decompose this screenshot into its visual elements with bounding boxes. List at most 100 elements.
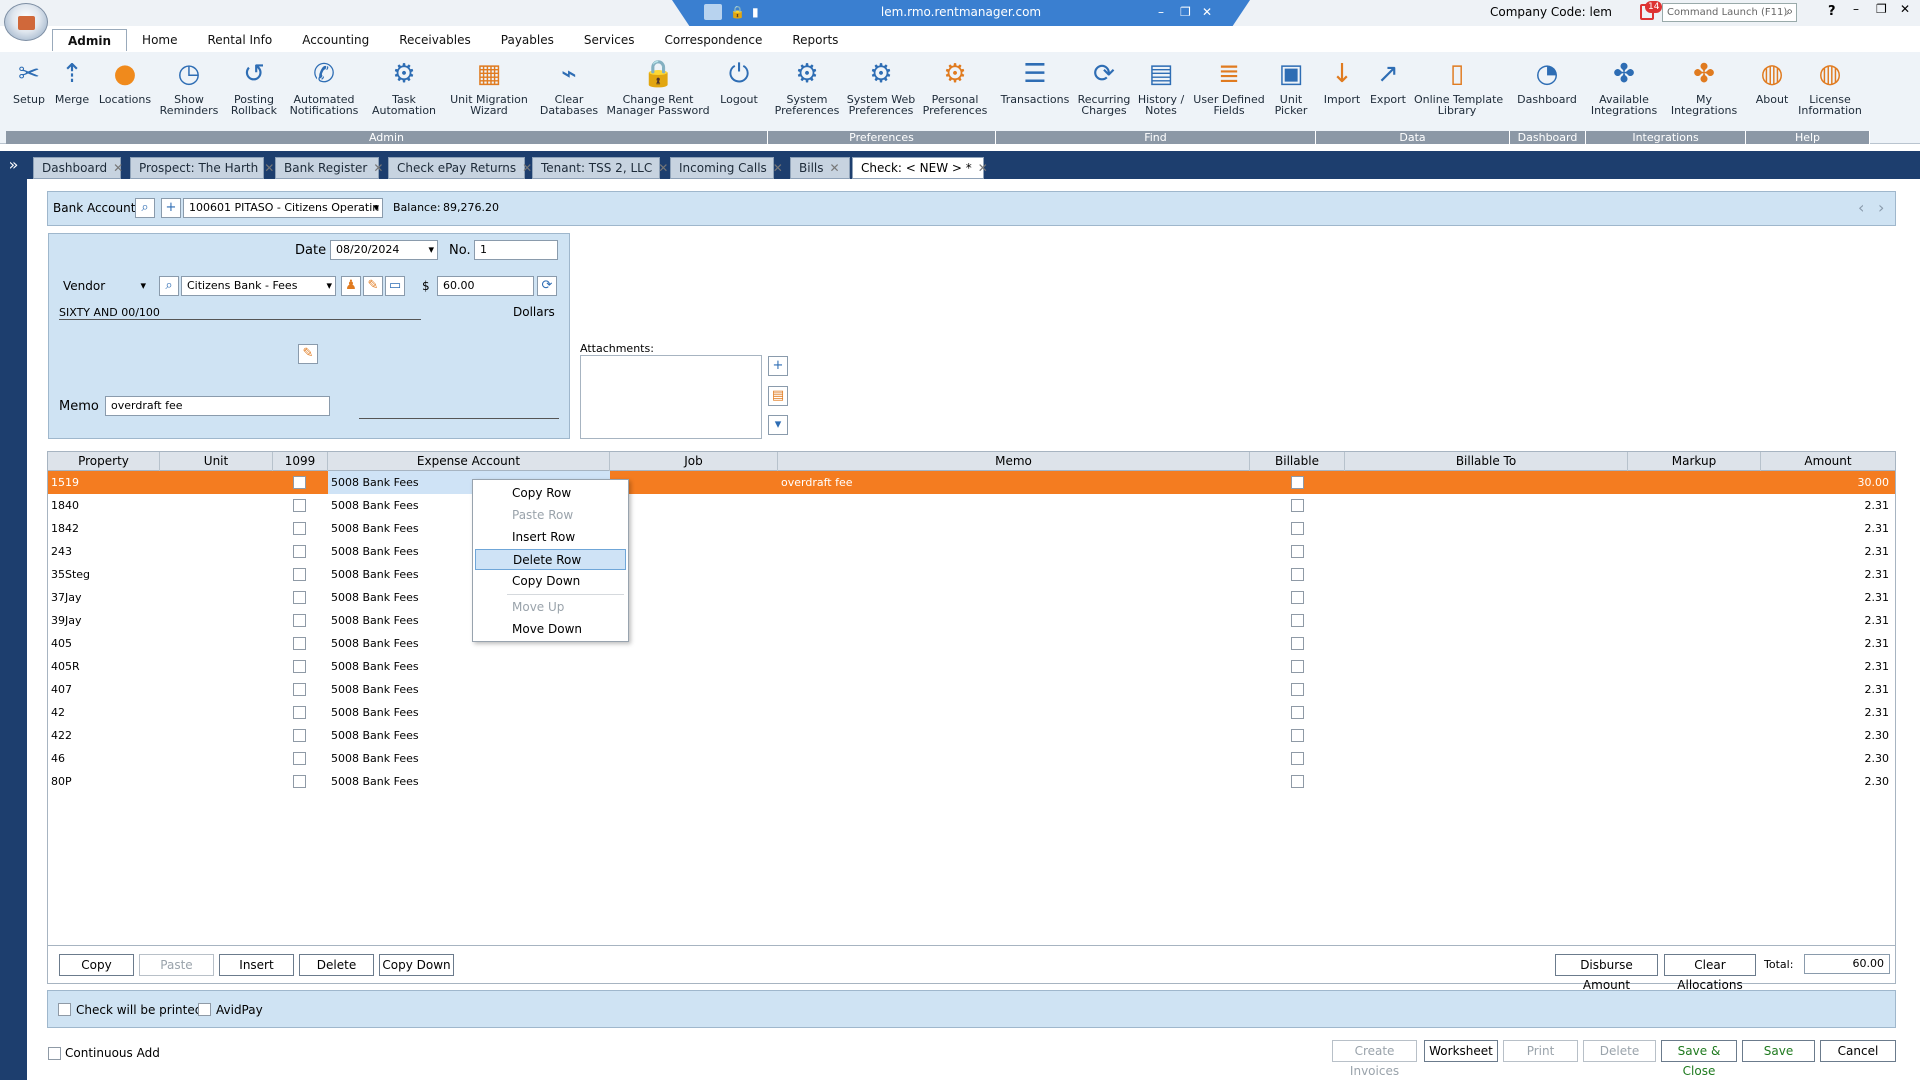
help-icon[interactable]: ? xyxy=(1828,4,1836,19)
checkbox-billable[interactable] xyxy=(1291,545,1304,558)
copy-button[interactable]: Copy xyxy=(59,954,134,976)
search-icon[interactable]: ⌕ xyxy=(135,198,155,218)
checkbox-1099[interactable] xyxy=(293,499,306,512)
dashboard-button[interactable]: ◔ Dashboard xyxy=(1516,58,1578,105)
checkbox-1099[interactable] xyxy=(293,614,306,627)
checkbox-1099[interactable] xyxy=(293,775,306,788)
col-memo[interactable]: Memo xyxy=(778,452,1250,471)
checkbox-1099[interactable] xyxy=(293,637,306,650)
disburse-amount-button[interactable]: Disburse Amount xyxy=(1555,954,1658,992)
cell-expense-account[interactable]: 5008 Bank Fees xyxy=(328,770,610,793)
tenant-icon[interactable]: ♟ xyxy=(341,276,361,296)
available-integrations-button[interactable]: ✤ Available Integrations xyxy=(1588,58,1660,116)
change-password-button[interactable]: 🔒 Change Rent Manager Password xyxy=(606,58,710,116)
merge-button[interactable]: ⇡ Merge xyxy=(50,58,94,105)
checkbox-billable[interactable] xyxy=(1291,568,1304,581)
cell-amount[interactable]: 2.31 xyxy=(1761,701,1892,724)
cell-amount[interactable]: 2.31 xyxy=(1761,655,1892,678)
print-button[interactable]: Print xyxy=(1503,1040,1578,1062)
date-field[interactable]: 08/20/2024 xyxy=(330,240,438,260)
cell-amount[interactable]: 2.31 xyxy=(1761,540,1892,563)
table-row[interactable]: 35Steg 5008 Bank Fees 2.31 xyxy=(48,563,1895,586)
cell-property[interactable]: 407 xyxy=(48,678,160,701)
col-property[interactable]: Property xyxy=(48,452,160,471)
table-row[interactable]: 405R 5008 Bank Fees 2.31 xyxy=(48,655,1895,678)
cell-expense-account[interactable]: 5008 Bank Fees xyxy=(328,747,610,770)
doc-tab-bills[interactable]: Bills ✕ xyxy=(790,157,850,179)
system-preferences-button[interactable]: ⚙ System Preferences xyxy=(770,58,844,116)
menu-item-move-down[interactable]: Move Down xyxy=(475,619,626,640)
continuous-add-checkbox[interactable] xyxy=(48,1047,61,1060)
clear-allocations-button[interactable]: Clear Allocations xyxy=(1664,954,1756,992)
checkbox-1099[interactable] xyxy=(293,591,306,604)
save-button[interactable]: Save xyxy=(1742,1040,1815,1062)
search-icon[interactable]: ⌕ xyxy=(1786,4,1793,19)
col-1099[interactable]: 1099 xyxy=(273,452,328,471)
doc-tab-bank-register[interactable]: Bank Register ✕ xyxy=(275,157,383,179)
checkbox-billable[interactable] xyxy=(1291,729,1304,742)
table-row[interactable]: 39Jay 5008 Bank Fees 2.31 xyxy=(48,609,1895,632)
amount-field[interactable]: 60.00 xyxy=(437,276,534,296)
doc-tab-prospect[interactable]: Prospect: The Harth ✕ xyxy=(130,157,274,179)
checkbox-billable[interactable] xyxy=(1291,775,1304,788)
table-row[interactable]: 422 5008 Bank Fees 2.30 xyxy=(48,724,1895,747)
add-icon[interactable]: + xyxy=(161,198,181,218)
cell-amount[interactable]: 2.31 xyxy=(1761,494,1892,517)
checkbox-billable[interactable] xyxy=(1291,752,1304,765)
automated-notifications-button[interactable]: ✆ Automated Notifications xyxy=(288,58,360,116)
cell-amount[interactable]: 2.31 xyxy=(1761,632,1892,655)
save-close-button[interactable]: Save & Close xyxy=(1661,1040,1737,1078)
delete-check-button[interactable]: Delete xyxy=(1583,1040,1656,1062)
unit-migration-wizard-button[interactable]: ▦ Unit Migration Wizard xyxy=(446,58,532,116)
cell-amount[interactable]: 2.30 xyxy=(1761,724,1892,747)
edit-icon[interactable]: ✎ xyxy=(363,276,383,296)
rent-manager-logo[interactable] xyxy=(4,3,48,41)
show-reminders-button[interactable]: ◷ Show Reminders xyxy=(158,58,220,116)
personal-preferences-button[interactable]: ⚙ Personal Preferences xyxy=(918,58,992,116)
bank-account-dropdown[interactable]: 100601 PITASO - Citizens Operatin xyxy=(183,198,383,218)
unit-picker-button[interactable]: ▣ Unit Picker xyxy=(1272,58,1310,116)
table-row[interactable]: 1842 5008 Bank Fees 2.31 xyxy=(48,517,1895,540)
cell-property[interactable]: 1840 xyxy=(48,494,160,517)
close-tab-icon[interactable]: ✕ xyxy=(113,161,123,175)
table-row[interactable]: 42 5008 Bank Fees 2.31 xyxy=(48,701,1895,724)
checkbox-1099[interactable] xyxy=(293,660,306,673)
cell-amount[interactable]: 30.00 xyxy=(1761,471,1892,494)
attachments-list[interactable] xyxy=(580,355,762,439)
cell-expense-account[interactable]: 5008 Bank Fees xyxy=(328,701,610,724)
edit-icon[interactable]: ✎ xyxy=(298,344,318,364)
checkbox-billable[interactable] xyxy=(1291,499,1304,512)
cell-property[interactable]: 39Jay xyxy=(48,609,160,632)
check-number-field[interactable]: 1 xyxy=(474,240,558,260)
import-button[interactable]: ↓ Import xyxy=(1322,58,1362,105)
transactions-button[interactable]: ☰ Transactions xyxy=(1000,58,1070,105)
add-attachment-icon[interactable]: + xyxy=(768,356,788,376)
table-row[interactable]: 407 5008 Bank Fees 2.31 xyxy=(48,678,1895,701)
menu-tab-reports[interactable]: Reports xyxy=(777,29,853,51)
checkbox-1099[interactable] xyxy=(293,545,306,558)
table-row[interactable]: 1519 5008 Bank Fees overdraft fee 30.00 xyxy=(48,471,1895,494)
copy-down-button[interactable]: Copy Down xyxy=(379,954,454,976)
checkbox-1099[interactable] xyxy=(293,706,306,719)
cell-amount[interactable]: 2.30 xyxy=(1761,747,1892,770)
check-printed-checkbox[interactable] xyxy=(58,1003,71,1016)
worksheet-button[interactable]: Worksheet xyxy=(1424,1040,1498,1062)
menu-tab-services[interactable]: Services xyxy=(569,29,650,51)
checkbox-billable[interactable] xyxy=(1291,683,1304,696)
license-information-button[interactable]: ◍ License Information xyxy=(1794,58,1866,116)
setup-button[interactable]: ✂ Setup xyxy=(8,58,50,105)
col-expense-account[interactable]: Expense Account xyxy=(328,452,610,471)
cell-expense-account[interactable]: 5008 Bank Fees xyxy=(328,655,610,678)
user-defined-fields-button[interactable]: ≣ User Defined Fields xyxy=(1190,58,1268,116)
doc-tab-dashboard[interactable]: Dashboard ✕ xyxy=(33,157,123,179)
col-amount[interactable]: Amount xyxy=(1761,452,1895,471)
previous-icon[interactable]: ‹ xyxy=(1858,198,1864,217)
cell-property[interactable]: 1842 xyxy=(48,517,160,540)
close-tab-icon[interactable]: ✕ xyxy=(264,161,274,175)
checkbox-billable[interactable] xyxy=(1291,637,1304,650)
pin-icon[interactable] xyxy=(704,4,722,20)
cell-property[interactable]: 35Steg xyxy=(48,563,160,586)
card-icon[interactable]: ▭ xyxy=(385,276,405,296)
my-integrations-button[interactable]: ✤ My Integrations xyxy=(1664,58,1744,116)
col-billable-to[interactable]: Billable To xyxy=(1345,452,1628,471)
